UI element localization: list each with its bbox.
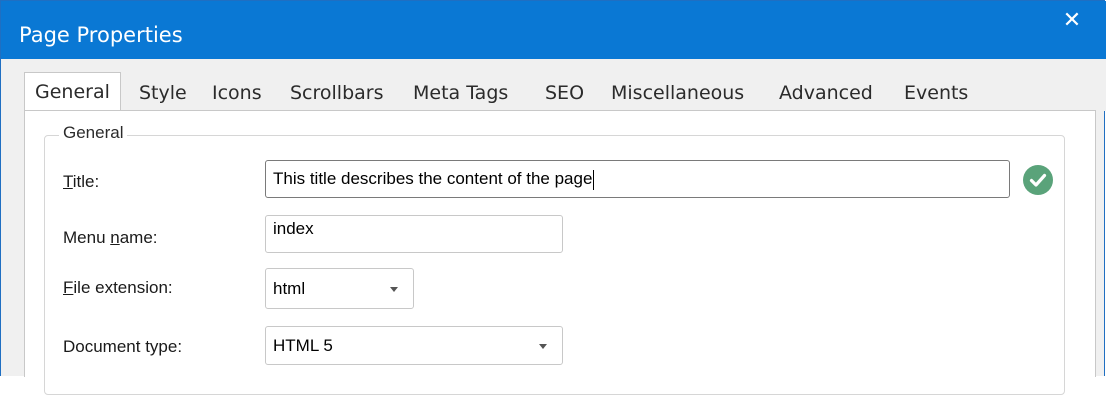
chevron-down-icon xyxy=(539,344,547,349)
tab-panel-general: General Title: This title describes the … xyxy=(24,110,1096,395)
tab-scrollbars[interactable]: Scrollbars xyxy=(280,79,394,111)
file-extension-dropdown[interactable]: html xyxy=(265,268,414,309)
tab-icons[interactable]: Icons xyxy=(202,79,272,111)
valid-check-icon xyxy=(1023,165,1053,195)
tab-style[interactable]: Style xyxy=(129,79,197,111)
tab-seo[interactable]: SEO xyxy=(535,79,594,111)
file-extension-label: File extension: xyxy=(63,278,173,297)
document-type-label: Document type: xyxy=(63,337,183,356)
file-extension-value: html xyxy=(273,279,306,298)
menu-name-input[interactable]: index xyxy=(265,215,563,253)
tab-miscellaneous[interactable]: Miscellaneous xyxy=(601,79,754,111)
document-type-dropdown[interactable]: HTML 5 xyxy=(265,326,563,365)
dialog-title: Page Properties xyxy=(19,23,183,47)
title-label: Title: xyxy=(63,172,100,191)
document-type-value: HTML 5 xyxy=(273,336,333,355)
close-button[interactable]: ✕ xyxy=(1060,9,1084,33)
tab-meta-tags[interactable]: Meta Tags xyxy=(403,79,518,111)
tab-events[interactable]: Events xyxy=(894,79,978,111)
title-input[interactable]: This title describes the content of the … xyxy=(265,160,1010,198)
tab-strip: General Style Icons Scrollbars Meta Tags… xyxy=(1,59,1106,112)
group-legend: General xyxy=(59,123,128,143)
tab-advanced[interactable]: Advanced xyxy=(769,79,883,111)
tab-general[interactable]: General xyxy=(24,72,121,112)
chevron-down-icon xyxy=(390,287,398,292)
menu-name-label: Menu name: xyxy=(63,228,158,247)
close-icon: ✕ xyxy=(1062,8,1082,33)
text-caret xyxy=(593,169,595,190)
general-group: General Title: This title describes the … xyxy=(44,123,1065,395)
page-properties-dialog: Page Properties ✕ General Style Icons Sc… xyxy=(0,0,1106,395)
title-bar: Page Properties ✕ xyxy=(1,1,1106,59)
